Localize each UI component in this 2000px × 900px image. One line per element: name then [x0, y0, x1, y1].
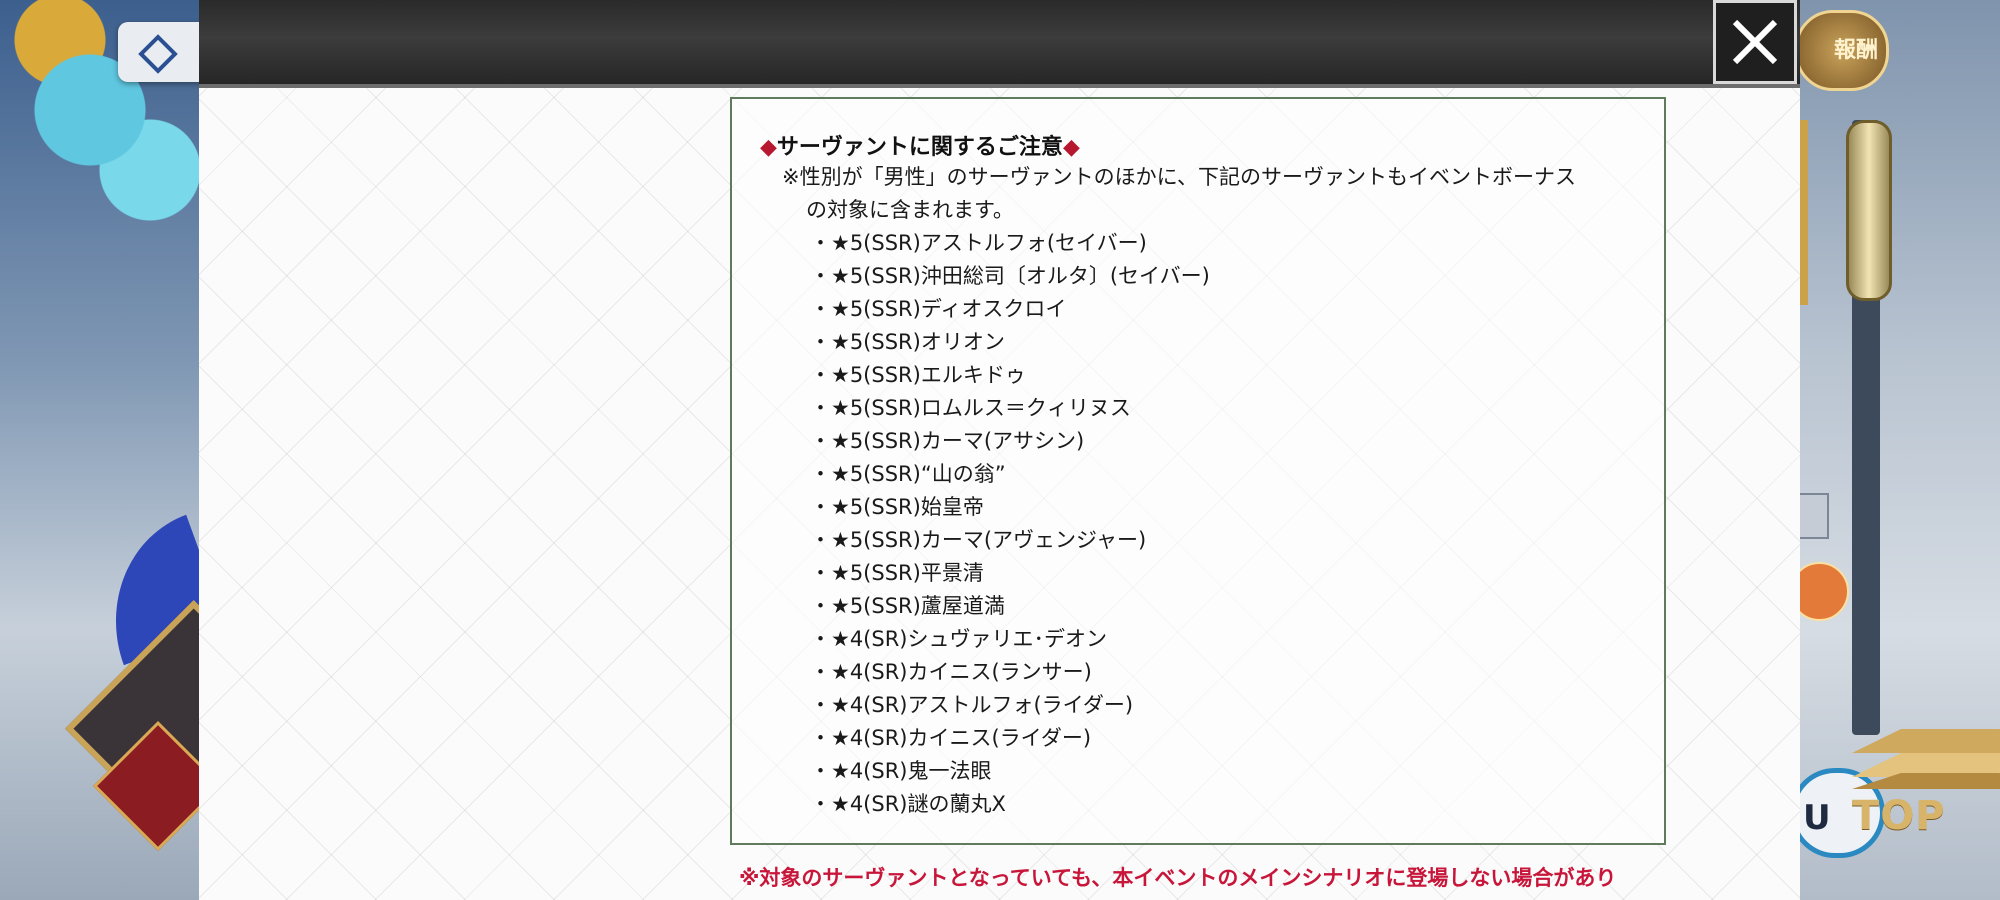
list-item: ★4(SR)カイニス(ランサー) — [810, 656, 1210, 689]
close-icon — [1732, 19, 1778, 65]
list-item: ★5(SSR)エルキドゥ — [810, 359, 1210, 392]
list-item: ★5(SSR)“山の翁” — [810, 458, 1210, 491]
notice-title: ◆サーヴァントに関するご注意◆ — [760, 129, 1080, 161]
chevron-up-icon — [1852, 729, 2000, 753]
list-item: ★5(SSR)蘆屋道満 — [810, 590, 1210, 623]
background-side-tab — [1795, 493, 1829, 539]
list-item: ★5(SSR)カーマ(アヴェンジャー) — [810, 524, 1210, 557]
notice-body-line: の対象に含まれます。 — [806, 198, 1014, 222]
servant-notice-box: ◆サーヴァントに関するご注意◆ ※性別が「男性」のサーヴァントのほかに、下記のサ… — [730, 97, 1666, 845]
scrollbar-thumb[interactable] — [1846, 120, 1892, 301]
close-button[interactable] — [1713, 0, 1797, 84]
chevron-up-icon — [1852, 773, 2000, 789]
back-arrow-icon — [138, 34, 178, 74]
list-item: ★5(SSR)始皇帝 — [810, 491, 1210, 524]
notice-dialog: ◆サーヴァントに関するご注意◆ ※性別が「男性」のサーヴァントのほかに、下記のサ… — [199, 0, 2000, 900]
diamond-icon: ◆ — [760, 135, 777, 160]
list-item: ★4(SR)シュヴァリエ･デオン — [810, 623, 1210, 656]
warning-text: ※対象のサーヴァントとなっていても、本イベントのメインシナリオに登場しない場合が… — [739, 866, 1617, 890]
top-button-label: TOP — [1852, 793, 1946, 839]
scroll-to-top-button[interactable]: TOP — [1844, 725, 2000, 840]
list-item: ★5(SSR)カーマ(アサシン) — [810, 425, 1210, 458]
list-item: ★5(SSR)ディオスクロイ — [810, 293, 1210, 326]
reward-button[interactable]: 報酬 — [1795, 10, 1889, 91]
diamond-icon: ◆ — [1062, 135, 1080, 160]
list-item: ★4(SR)謎の蘭丸X — [810, 788, 1210, 821]
servant-list: ★5(SSR)アストルフォ(セイバー) ★5(SSR)沖田総司〔オルタ〕(セイバ… — [810, 227, 1210, 821]
list-item: ★4(SR)鬼一法眼 — [810, 755, 1210, 788]
list-item: ★5(SSR)アストルフォ(セイバー) — [810, 227, 1210, 260]
list-item: ★5(SSR)ロムルス＝クィリヌス — [810, 392, 1210, 425]
list-item: ★5(SSR)平景清 — [810, 557, 1210, 590]
dialog-header — [199, 0, 1800, 88]
notice-body: ※性別が「男性」のサーヴァントのほかに、下記のサーヴァントもイベントボーナス の… — [782, 161, 1642, 227]
list-item: ★4(SR)カイニス(ライダー) — [810, 722, 1210, 755]
notice-body-line: ※性別が「男性」のサーヴァントのほかに、下記のサーヴァントもイベントボーナス — [782, 165, 1576, 189]
list-item: ★5(SSR)沖田総司〔オルタ〕(セイバー) — [810, 260, 1210, 293]
list-item: ★4(SR)アストルフォ(ライダー) — [810, 689, 1210, 722]
list-item: ★5(SSR)オリオン — [810, 326, 1210, 359]
notice-title-text: サーヴァントに関するご注意 — [776, 135, 1063, 160]
